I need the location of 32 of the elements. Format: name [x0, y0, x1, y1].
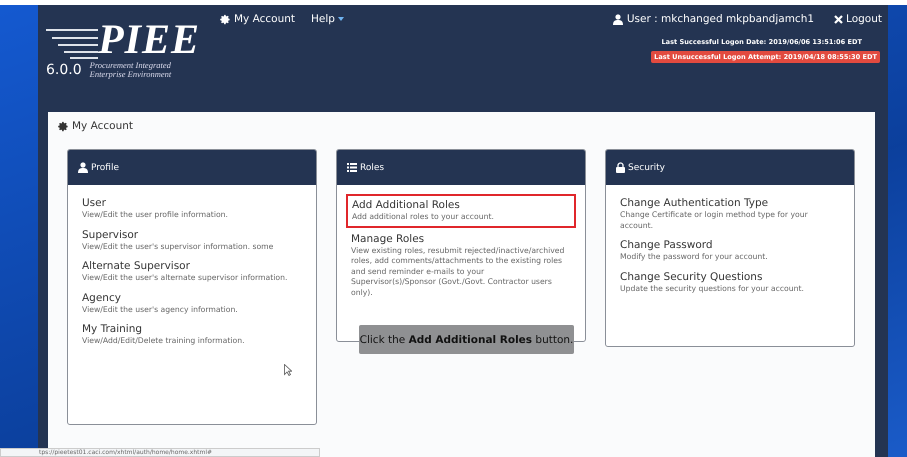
menu-link[interactable]: Alternate Supervisor	[82, 260, 190, 272]
nav-link[interactable]: My Account	[220, 13, 296, 25]
user-icon	[612, 14, 623, 24]
caret-icon	[338, 17, 344, 21]
close-icon	[834, 14, 844, 24]
cursor-icon	[284, 364, 292, 376]
logo-subtitle: Procurement Integrated Enterprise Environment	[90, 61, 172, 79]
lock-icon	[616, 162, 625, 173]
page-title: My Account	[58, 120, 865, 132]
user-label: User : mkchanged mkpbandjamch1	[612, 13, 814, 25]
logo-stripes-icon	[46, 27, 98, 59]
card-header: Roles	[337, 150, 585, 185]
menu-link[interactable]: User	[82, 197, 106, 209]
card-header: Security	[606, 150, 854, 185]
menu-link[interactable]: Supervisor	[82, 228, 138, 240]
menu-link[interactable]: Manage Roles	[351, 232, 424, 244]
gear-icon	[58, 120, 69, 132]
logout-link[interactable]: Logout	[834, 13, 882, 25]
version-text: 6.0.0	[46, 62, 82, 78]
instruction-tooltip: Click the Add Additional Roles button.	[359, 325, 574, 354]
menu-link[interactable]: Change Authentication Type	[620, 197, 768, 209]
user-icon	[78, 162, 88, 173]
menu-link[interactable]: My Training	[82, 323, 142, 335]
menu-link[interactable]: Agency	[82, 292, 121, 304]
list-icon	[347, 163, 357, 172]
help-menu[interactable]: Help	[311, 13, 344, 25]
logo-title: PIEE	[98, 21, 200, 59]
menu-link[interactable]: Add Additional Roles	[352, 199, 460, 211]
menu-link[interactable]: Change Security Questions	[620, 270, 762, 282]
card-header: Profile	[68, 150, 316, 185]
menu-link[interactable]: Change Password	[620, 239, 713, 251]
gear-icon	[220, 14, 231, 24]
